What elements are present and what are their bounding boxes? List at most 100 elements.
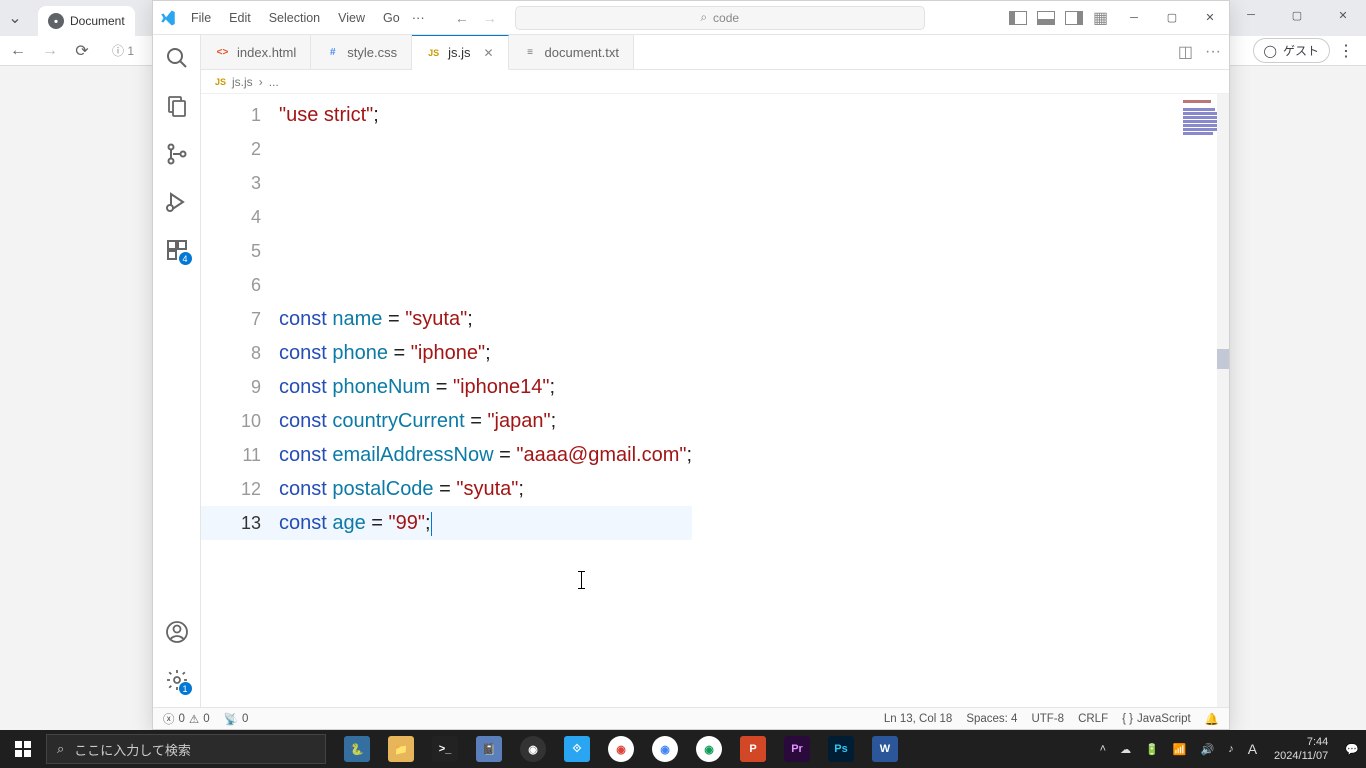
code-line[interactable]: 13const age = "99";: [201, 506, 692, 540]
code-line[interactable]: 1"use strict";: [201, 98, 692, 132]
app-chrome3[interactable]: ◉: [688, 730, 730, 768]
code-line[interactable]: 10const countryCurrent = "japan";: [201, 404, 692, 438]
tab-dropdown[interactable]: ⌄: [0, 8, 30, 28]
close-icon[interactable]: ✕: [483, 46, 493, 60]
menu-bar: FileEditSelectionViewGo: [183, 7, 408, 29]
tab-document-txt[interactable]: ≡document.txt: [509, 35, 634, 69]
browser-minimize[interactable]: ─: [1228, 0, 1274, 30]
command-center[interactable]: ⌕ code: [515, 6, 925, 30]
tray-wifi-icon[interactable]: 📶: [1166, 730, 1194, 768]
app-notes[interactable]: 📓: [468, 730, 510, 768]
source-control-icon[interactable]: [164, 141, 190, 167]
menu-view[interactable]: View: [330, 7, 373, 29]
app-photoshop[interactable]: Ps: [820, 730, 862, 768]
browser-maximize[interactable]: ▢: [1274, 0, 1320, 30]
editor[interactable]: 1"use strict";234567const name = "syuta"…: [201, 94, 1229, 707]
settings-badge: 1: [179, 682, 192, 695]
user-icon: ◯: [1264, 44, 1277, 58]
start-button[interactable]: [0, 730, 46, 768]
status-errors[interactable]: ⓧ 0 ⚠ 0: [163, 711, 210, 727]
menu-selection[interactable]: Selection: [261, 7, 328, 29]
app-python[interactable]: 🐍: [336, 730, 378, 768]
vscode-minimize[interactable]: ─: [1115, 1, 1153, 35]
code-line[interactable]: 3: [201, 166, 692, 200]
scrollbar[interactable]: [1217, 94, 1229, 707]
windows-taskbar: ⌕ ここに入力して検索 🐍 📁 >_ 📓 ◉ ⟐ ◉ ◉ ◉ P Pr Ps W…: [0, 730, 1366, 768]
app-word[interactable]: W: [864, 730, 906, 768]
tray-overflow[interactable]: ˄: [1093, 730, 1113, 768]
browser-menu[interactable]: ⋮: [1338, 41, 1354, 61]
settings-icon[interactable]: 1: [164, 667, 190, 693]
app-chrome1[interactable]: ◉: [600, 730, 642, 768]
app-explorer[interactable]: 📁: [380, 730, 422, 768]
extensions-icon[interactable]: 4: [164, 237, 190, 263]
vscode-maximize[interactable]: ▢: [1153, 1, 1191, 35]
vscode-close[interactable]: ✕: [1191, 1, 1229, 35]
status-lang[interactable]: { } JavaScript: [1122, 713, 1191, 725]
run-debug-icon[interactable]: [164, 189, 190, 215]
activity-bar: 4 1: [153, 35, 201, 707]
app-powerpoint[interactable]: P: [732, 730, 774, 768]
tab-js-js[interactable]: JSjs.js✕: [412, 35, 508, 70]
browser-tab[interactable]: 𖧹 Document: [38, 6, 135, 36]
ext-badge: 4: [179, 252, 192, 265]
vscode-window: FileEditSelectionViewGo ··· ← → ⌕ code ▦…: [152, 0, 1230, 730]
tray-onedrive-icon[interactable]: ☁: [1113, 730, 1138, 768]
app-premiere[interactable]: Pr: [776, 730, 818, 768]
tray-ime-letter[interactable]: A: [1241, 730, 1264, 768]
nav-forward[interactable]: →: [483, 10, 497, 26]
status-lncol[interactable]: Ln 13, Col 18: [884, 713, 952, 725]
notifications-icon[interactable]: 🔔: [1205, 712, 1219, 726]
tray-ime-mode[interactable]: ♪: [1221, 730, 1241, 768]
forward-button[interactable]: →: [40, 42, 60, 60]
status-spaces[interactable]: Spaces: 4: [966, 713, 1017, 725]
layout-panel-icon[interactable]: [1037, 11, 1055, 25]
app-terminal[interactable]: >_: [424, 730, 466, 768]
menu-edit[interactable]: Edit: [221, 7, 259, 29]
tray-clock[interactable]: 7:44 2024/11/07: [1264, 735, 1338, 763]
tab-style-css[interactable]: #style.css: [311, 35, 412, 69]
tray-battery-icon[interactable]: 🔋: [1138, 730, 1166, 768]
action-center-icon[interactable]: 💬: [1338, 730, 1366, 768]
code-line[interactable]: 12const postalCode = "syuta";: [201, 472, 692, 506]
explorer-icon[interactable]: [164, 93, 190, 119]
omnibox[interactable]: ⓘ 1: [112, 42, 134, 59]
accounts-icon[interactable]: [164, 619, 190, 645]
layout-sidebar-right-icon[interactable]: [1065, 11, 1083, 25]
code-line[interactable]: 2: [201, 132, 692, 166]
tray-volume-icon[interactable]: 🔊: [1194, 730, 1222, 768]
menu-more[interactable]: ···: [412, 10, 425, 25]
code-line[interactable]: 11const emailAddressNow = "aaaa@gmail.co…: [201, 438, 692, 472]
app-obs[interactable]: ◉: [512, 730, 554, 768]
app-vscode[interactable]: ⟐: [556, 730, 598, 768]
nav-back[interactable]: ←: [455, 10, 469, 26]
search-icon[interactable]: [164, 45, 190, 71]
code-line[interactable]: 9const phoneNum = "iphone14";: [201, 370, 692, 404]
code-line[interactable]: 6: [201, 268, 692, 302]
status-ports[interactable]: 📡 0: [224, 712, 249, 726]
vscode-titlebar[interactable]: FileEditSelectionViewGo ··· ← → ⌕ code ▦…: [153, 1, 1229, 35]
search-icon: ⌕: [57, 741, 64, 757]
taskbar-search[interactable]: ⌕ ここに入力して検索: [46, 734, 326, 764]
status-bar: ⓧ 0 ⚠ 0 📡 0 Ln 13, Col 18 Spaces: 4 UTF-…: [153, 707, 1229, 729]
split-editor-icon[interactable]: ◫: [1178, 42, 1193, 62]
code-line[interactable]: 5: [201, 234, 692, 268]
code-line[interactable]: 8const phone = "iphone";: [201, 336, 692, 370]
back-button[interactable]: ←: [8, 42, 28, 60]
profile-button[interactable]: ◯ ゲスト: [1253, 38, 1330, 63]
layout-sidebar-left-icon[interactable]: [1009, 11, 1027, 25]
status-eol[interactable]: CRLF: [1078, 713, 1108, 725]
menu-go[interactable]: Go: [375, 7, 408, 29]
breadcrumb[interactable]: JS js.js › ...: [201, 70, 1229, 94]
layout-customize-icon[interactable]: ▦: [1093, 11, 1111, 25]
layout-controls[interactable]: ▦: [1009, 11, 1111, 25]
menu-file[interactable]: File: [183, 7, 219, 29]
app-chrome2[interactable]: ◉: [644, 730, 686, 768]
code-line[interactable]: 4: [201, 200, 692, 234]
code-line[interactable]: 7const name = "syuta";: [201, 302, 692, 336]
tab-actions-more[interactable]: ···: [1205, 43, 1221, 61]
status-encoding[interactable]: UTF-8: [1031, 713, 1064, 725]
tab-index-html[interactable]: <>index.html: [201, 35, 311, 69]
reload-button[interactable]: ⟳: [72, 41, 92, 61]
browser-close[interactable]: ✕: [1320, 0, 1366, 30]
